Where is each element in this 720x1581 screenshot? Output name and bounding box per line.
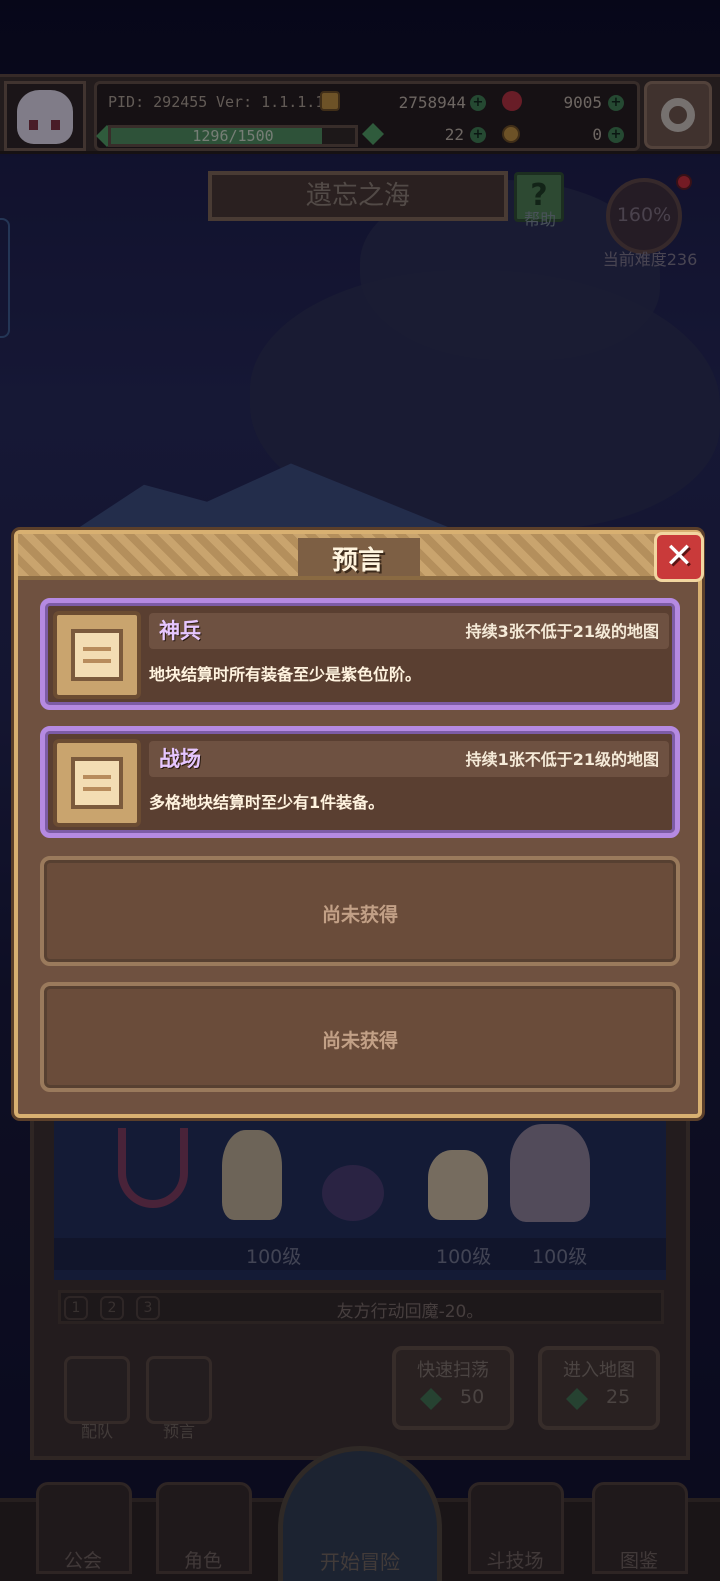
prophecy-modal: 预言 ✕ 神兵 持续3张不低于21级的地图 地块结算时所有装备至少是紫色位阶。 … <box>14 530 704 1118</box>
scroll-line <box>83 647 111 651</box>
scroll-line <box>83 659 111 663</box>
empty-prophecy-slot: 尚未获得 <box>40 982 680 1092</box>
card-name: 神兵 <box>159 619 201 643</box>
card-description: 多格地块结算时至少有1件装备。 <box>149 793 385 812</box>
scroll-icon <box>53 611 141 699</box>
card-duration: 持续1张不低于21级的地图 <box>465 750 659 769</box>
close-button[interactable]: ✕ <box>654 532 704 582</box>
empty-prophecy-slot: 尚未获得 <box>40 856 680 966</box>
scroll-paper <box>71 757 123 809</box>
scroll-line <box>83 787 111 791</box>
scroll-icon <box>53 739 141 827</box>
card-name: 战场 <box>159 747 201 771</box>
scroll-paper <box>71 629 123 681</box>
prophecy-card[interactable]: 神兵 持续3张不低于21级的地图 地块结算时所有装备至少是紫色位阶。 <box>40 598 680 710</box>
card-duration: 持续3张不低于21级的地图 <box>465 622 659 641</box>
modal-header: 预言 <box>18 534 698 580</box>
card-description: 地块结算时所有装备至少是紫色位阶。 <box>149 665 422 684</box>
empty-slot-text: 尚未获得 <box>321 904 398 926</box>
modal-title: 预言 <box>331 546 384 576</box>
empty-slot-text: 尚未获得 <box>321 1030 398 1052</box>
prophecy-card[interactable]: 战场 持续1张不低于21级的地图 多格地块结算时至少有1件装备。 <box>40 726 680 838</box>
scroll-line <box>83 775 111 779</box>
